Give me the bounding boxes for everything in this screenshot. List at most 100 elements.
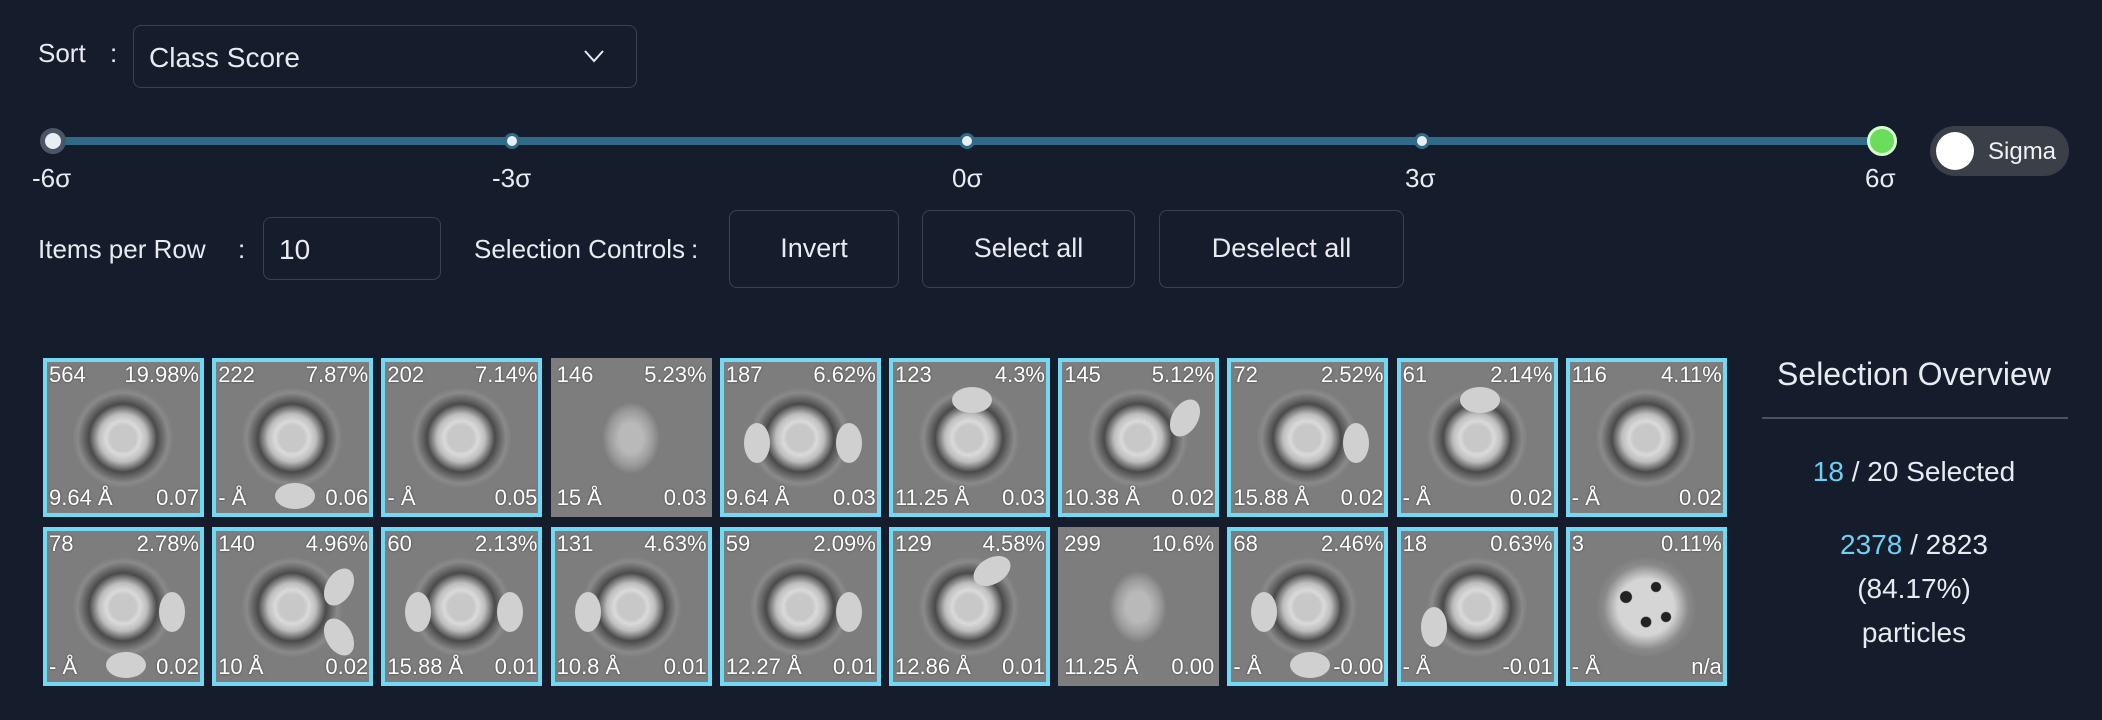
items-per-row-colon: : (238, 234, 246, 264)
class-resolution: 9.64 Å (49, 485, 113, 510)
class-average-image (411, 388, 512, 488)
particles-label: particles (1861, 617, 1967, 648)
class-image-lobe (317, 563, 361, 611)
slider-tick-mark (959, 133, 975, 149)
class-resolution: - Å (1233, 654, 1262, 679)
class-tile[interactable]: 123 4.3% 11.25 Å 0.03 (889, 358, 1050, 517)
class-average-image (1088, 388, 1207, 488)
class-resolution: 11.25 Å (1064, 654, 1139, 679)
class-tile[interactable]: 72 2.52% 15.88 Å 0.02 (1227, 358, 1389, 517)
class-particle-count: 222 (218, 362, 255, 387)
class-particle-count: 123 (895, 362, 932, 387)
class-tile[interactable]: 3 0.11% - Å n/a (1565, 527, 1727, 686)
class-image-lobe (275, 483, 316, 509)
class-particle-count: 60 (387, 531, 412, 556)
toggle-thumb (1936, 132, 1974, 170)
class-average-image (580, 388, 681, 488)
class-percentage: 4.96% (305, 531, 369, 556)
class-particle-count: 68 (1233, 531, 1258, 556)
slider-tick-label: -3σ (492, 163, 532, 193)
class-score: 0.01 (494, 654, 538, 679)
invert-button[interactable]: Invert (729, 210, 899, 288)
class-tile[interactable]: 59 2.09% 12.27 Å 0.01 (719, 527, 881, 686)
class-percentage: 2.14% (1490, 362, 1553, 387)
selection-controls-colon: : (691, 234, 699, 264)
class-particle-count: 61 (1402, 362, 1428, 387)
class-average-image (1595, 557, 1696, 657)
class-tile[interactable]: 145 5.12% 10.38 Å 0.02 (1058, 358, 1220, 517)
selection-overview-title: Selection Overview (1777, 356, 2051, 392)
class-tile[interactable]: 140 4.96% 10 Å 0.02 (212, 527, 374, 686)
class-particle-count: 78 (49, 531, 74, 556)
class-resolution: 11.25 Å (895, 485, 970, 510)
class-tile[interactable]: 222 7.87% - Å 0.06 (212, 358, 374, 517)
class-score: 0.03 (832, 485, 876, 510)
items-per-row-input[interactable]: 10 (263, 217, 441, 280)
particles-percent: (84.17%) (1857, 573, 1971, 604)
class-tile[interactable]: 299 10.6% 11.25 Å 0.00 (1058, 527, 1220, 686)
class-particle-count: 59 (725, 531, 751, 556)
class-tile[interactable]: 202 7.14% - Å 0.05 (381, 358, 543, 517)
class-image-lobe (159, 592, 185, 632)
class-percentage: 4.58% (982, 531, 1045, 556)
class-score: 0.07 (156, 485, 199, 510)
class-resolution: 15.88 Å (387, 654, 464, 679)
class-image-lobe (405, 592, 432, 632)
class-particle-count: 72 (1233, 362, 1258, 387)
class-tile[interactable]: 187 6.62% 9.64 Å 0.03 (719, 358, 881, 517)
sigma-slider-min-handle[interactable] (40, 128, 66, 154)
class-average-image (919, 549, 1019, 657)
class-score: 0.02 (1340, 485, 1384, 510)
slider-tick-mark (504, 133, 520, 149)
class-tile[interactable]: 68 2.46% - Å -0.00 (1227, 527, 1389, 686)
deselect-all-button[interactable]: Deselect all (1159, 210, 1404, 288)
class-tile[interactable]: 129 4.58% 12.86 Å 0.01 (889, 527, 1050, 686)
class-particle-count: 187 (725, 362, 763, 387)
class-tile[interactable]: 60 2.13% 15.88 Å 0.01 (381, 527, 543, 686)
class-tile[interactable]: 18 0.63% - Å -0.01 (1396, 527, 1558, 686)
class-image-lobe (743, 423, 770, 463)
class-image-lobe (835, 592, 862, 632)
sort-select[interactable]: Class Score (133, 25, 637, 88)
sort-label: Sort (38, 38, 86, 68)
class-score: 0.03 (663, 485, 707, 510)
select-all-button[interactable]: Select all (922, 210, 1135, 288)
class-resolution: 12.27 Å (725, 654, 802, 679)
class-average-image (574, 557, 681, 657)
class-tile[interactable]: 78 2.78% - Å 0.02 (43, 527, 204, 686)
class-percentage: 0.11% (1661, 531, 1722, 556)
particles-total: / 2823 (1902, 529, 1988, 560)
class-tile[interactable]: 61 2.14% - Å 0.02 (1396, 358, 1558, 517)
class-particle-count: 145 (1064, 362, 1101, 387)
sigma-toggle[interactable]: Sigma (1930, 126, 2069, 176)
class-average-image (1257, 388, 1370, 488)
class-image-lobe (106, 652, 146, 678)
class-tile[interactable]: 116 4.11% - Å 0.02 (1565, 358, 1727, 517)
class-resolution: - Å (1571, 485, 1600, 510)
sigma-slider-max-handle[interactable] (1867, 126, 1897, 156)
class-resolution: 9.64 Å (725, 485, 790, 510)
selection-controls-text: Selection Controls (474, 234, 685, 264)
class-average-image (1088, 557, 1189, 657)
class-average-image (73, 557, 185, 678)
class-resolution: 12.86 Å (895, 654, 971, 679)
class-tile[interactable]: 131 4.63% 10.8 Å 0.01 (550, 527, 712, 686)
class-particle-count: 129 (895, 531, 932, 556)
class-particle-count: 3 (1571, 531, 1585, 556)
class-score: 0.05 (494, 485, 538, 510)
class-average-image (749, 557, 862, 657)
class-average-image (1426, 387, 1527, 488)
sigma-toggle-label: Sigma (1988, 138, 2057, 165)
class-score: 0.01 (663, 654, 707, 679)
class-image-lobe (1163, 394, 1207, 442)
class-percentage: 2.78% (136, 531, 199, 556)
class-score: 0.02 (1509, 485, 1553, 510)
class-tile[interactable]: 564 19.98% 9.64 Å 0.07 (43, 358, 204, 517)
class-image-lobe (574, 592, 601, 632)
class-resolution: 10.38 Å (1064, 485, 1141, 510)
class-percentage: 19.98% (124, 362, 199, 387)
class-percentage: 4.3% (994, 362, 1045, 387)
class-tile[interactable]: 146 5.23% 15 Å 0.03 (550, 358, 712, 517)
class-average-image (1420, 557, 1527, 657)
chevron-down-icon (584, 50, 604, 63)
